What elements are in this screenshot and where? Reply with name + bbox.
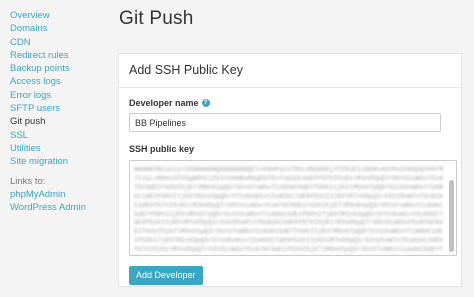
- links-label: Links to:: [10, 175, 46, 187]
- sidebar-item-ssl[interactable]: SSL: [10, 129, 112, 142]
- page-title: Git Push: [119, 8, 194, 29]
- sidebar-item-cdn[interactable]: CDN: [10, 36, 112, 49]
- question-circle-icon[interactable]: ?: [201, 99, 210, 107]
- add-developer-button[interactable]: Add Developer: [129, 266, 203, 285]
- developer-name-input[interactable]: [129, 113, 441, 132]
- panel-header: Add SSH Public Key: [119, 54, 461, 88]
- page: Overview Domains CDN Redirect rules Back…: [0, 0, 474, 297]
- ssh-key-textarea[interactable]: AAAAB3NzaC1yc2EAAAADAQABAAABAQC7xK9mPq2v…: [129, 160, 457, 256]
- sidebar-item-redirect-rules[interactable]: Redirect rules: [10, 49, 112, 62]
- sidebar-item-domains[interactable]: Domains: [10, 22, 112, 35]
- sidebar-item-site-migration[interactable]: Site migration: [10, 155, 112, 168]
- developer-name-label: Developer name: [129, 98, 199, 108]
- link-phpmyadmin[interactable]: phpMyAdmin: [10, 188, 112, 201]
- add-ssh-key-panel: Add SSH Public Key Developer name ? SSH …: [118, 53, 462, 287]
- ssh-key-text: AAAAB3NzaC1yc2EAAAADAQABAAABAQC7xK9mPq2v…: [134, 166, 444, 254]
- sidebar-item-overview[interactable]: Overview: [10, 9, 112, 22]
- sidebar-item-git-push[interactable]: Git push: [10, 115, 112, 128]
- link-wordpress-admin[interactable]: WordPress Admin: [10, 201, 112, 214]
- sidebar-item-sftp-users[interactable]: SFTP users: [10, 102, 112, 115]
- panel-title: Add SSH Public Key: [129, 63, 243, 77]
- developer-name-label-row: Developer name ?: [129, 97, 451, 109]
- sidebar-item-backup-points[interactable]: Backup points: [10, 62, 112, 75]
- scrollbar-thumb[interactable]: [449, 180, 454, 252]
- ssh-key-label: SSH public key: [129, 144, 195, 154]
- panel-body: Developer name ? SSH public key AAAAB3Nz…: [119, 88, 461, 285]
- sidebar: Overview Domains CDN Redirect rules Back…: [0, 0, 112, 297]
- sidebar-item-utilities[interactable]: Utilities: [10, 142, 112, 155]
- sidebar-item-access-logs[interactable]: Access logs: [10, 75, 112, 88]
- ssh-key-scrollbar[interactable]: [448, 164, 454, 252]
- sidebar-item-error-logs[interactable]: Error logs: [10, 89, 112, 102]
